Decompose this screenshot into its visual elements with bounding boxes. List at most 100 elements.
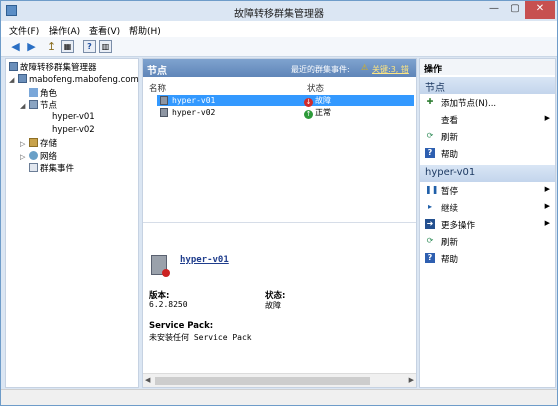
tree-storage-label: 存储 [40, 139, 58, 149]
tree-node-hyper-v01[interactable]: hyper-v01 [52, 112, 95, 124]
action-refresh-node[interactable]: ⟳ 刷新 [420, 234, 555, 248]
action-label: 帮助 [441, 150, 459, 160]
collapsed-arrow-icon[interactable]: ▷ [20, 153, 29, 161]
tree-network[interactable]: ▷ 网络 [20, 150, 57, 162]
actions-section-hyper-v01[interactable]: hyper-v01 [420, 165, 555, 182]
list-row-hyper-v02[interactable]: hyper-v02 ↑ 正常 [157, 107, 414, 119]
status-down-icon: ↓ [304, 98, 313, 107]
tree-node2-label: hyper-v02 [52, 125, 95, 135]
action-label: 添加节点(N)... [441, 99, 497, 109]
action-label: 继续 [441, 204, 459, 214]
tree-nodes-label: 节点 [40, 101, 58, 111]
menu-file[interactable]: 文件(F) [9, 24, 39, 37]
expanded-arrow-icon[interactable]: ◢ [9, 76, 18, 84]
tree-network-label: 网络 [40, 152, 58, 162]
actions-pane: 操作 节点 ✚ 添加节点(N)... 查看 ▶ ⟳ 刷新 ? 帮助 hyper-… [419, 58, 556, 388]
status-bar [1, 389, 557, 405]
tree-storage[interactable]: ▷ 存储 [20, 137, 57, 149]
tree-root[interactable]: 故障转移群集管理器 [9, 61, 97, 73]
add-node-icon: ✚ [426, 97, 434, 106]
row-name: hyper-v02 [172, 108, 216, 117]
center-pane: 节点 最近的群集事件: ⚠ 关键:3, 错 名称 状态 hyper-v01 ↓ 故… [142, 58, 417, 388]
network-icon [29, 151, 38, 160]
help-icon[interactable]: ? [83, 40, 96, 53]
action-help[interactable]: ? 帮助 [420, 146, 555, 160]
nodes-icon [29, 100, 38, 109]
action-label: 查看 [441, 116, 459, 126]
cluster-icon [18, 74, 27, 83]
node-detail-panel: hyper-v01 版本: 6.2.8250 状态: 故障 Service Pa… [143, 223, 416, 373]
recent-events-label: 最近的群集事件: [291, 65, 350, 74]
minimize-button[interactable]: — [483, 1, 505, 19]
window-title: 故障转移群集管理器 [234, 9, 324, 20]
action-refresh[interactable]: ⟳ 刷新 [420, 129, 555, 143]
column-header-name[interactable]: 名称 [149, 82, 166, 94]
title-bar: 故障转移群集管理器 — ▢ ✕ [1, 1, 557, 21]
expanded-arrow-icon[interactable]: ◢ [20, 102, 29, 110]
tree-root-label: 故障转移群集管理器 [20, 63, 97, 73]
list-row-hyper-v01[interactable]: hyper-v01 ↓ 故障 [157, 95, 414, 107]
submenu-arrow-icon: ▶ [544, 202, 550, 210]
back-arrow-icon[interactable]: ◀ [9, 40, 22, 53]
node-server-icon [160, 96, 168, 105]
menu-view[interactable]: 查看(V) [89, 24, 120, 37]
row-name: hyper-v01 [172, 96, 216, 105]
service-pack-label: Service Pack: [149, 321, 214, 331]
row-status: ↓ 故障 [304, 95, 331, 107]
resume-icon: ▸ [427, 202, 432, 211]
column-header-status[interactable]: 状态 [307, 82, 324, 94]
help-icon: ? [425, 253, 435, 263]
events-icon [29, 163, 38, 172]
tree-cluster-label: mabofeng.mabofeng.com [29, 75, 139, 85]
action-pause[interactable]: ❚❚ 暂停 ▶ [420, 183, 555, 197]
action-resume[interactable]: ▸ 继续 ▶ [420, 200, 555, 214]
action-label: 更多操作 [441, 221, 476, 231]
maximize-button[interactable]: ▢ [505, 1, 525, 19]
submenu-arrow-icon: ▶ [544, 219, 550, 227]
horizontal-scrollbar[interactable]: ◀ ▶ [143, 373, 416, 387]
help-icon: ? [425, 148, 435, 158]
scroll-right-icon[interactable]: ▶ [409, 376, 414, 384]
refresh-icon: ⟳ [426, 236, 434, 245]
status-value: 故障 [265, 301, 281, 310]
action-view[interactable]: 查看 ▶ [420, 112, 555, 126]
warning-icon: ⚠ [361, 63, 369, 72]
action-label: 暂停 [441, 187, 459, 197]
actions-title: 操作 [420, 59, 555, 75]
pause-icon: ❚❚ [425, 185, 439, 194]
roles-icon [29, 88, 38, 97]
node-failed-icon [151, 255, 170, 277]
tree-cluster[interactable]: ◢ mabofeng.mabofeng.com [9, 74, 139, 86]
more-actions-icon: ➜ [425, 219, 435, 229]
detail-node-name[interactable]: hyper-v01 [180, 255, 229, 265]
menu-bar: 文件(F) 操作(A) 查看(V) 帮助(H) [1, 21, 557, 37]
collapsed-arrow-icon[interactable]: ▷ [20, 140, 29, 148]
status-up-icon: ↑ [304, 110, 313, 119]
recent-events-link[interactable]: 关键:3, 错 [372, 64, 409, 75]
action-label: 帮助 [441, 255, 459, 265]
version-value: 6.2.8250 [149, 300, 188, 309]
action-label: 刷新 [441, 133, 459, 143]
menu-action[interactable]: 操作(A) [49, 24, 80, 37]
tree-roles[interactable]: 角色 [29, 87, 57, 99]
up-folder-icon[interactable]: ↥ [45, 40, 58, 53]
action-pane-icon[interactable]: ▥ [99, 40, 112, 53]
scroll-left-icon[interactable]: ◀ [145, 376, 150, 384]
close-button[interactable]: ✕ [525, 1, 555, 19]
action-more-actions[interactable]: ➜ 更多操作 ▶ [420, 217, 555, 231]
tree-events-label: 群集事件 [40, 164, 75, 174]
show-hide-tree-icon[interactable]: ▦ [61, 40, 74, 53]
row-status-text: 正常 [315, 108, 331, 117]
menu-help[interactable]: 帮助(H) [129, 24, 161, 37]
tree-nodes[interactable]: ◢ 节点 [20, 99, 57, 111]
action-add-node[interactable]: ✚ 添加节点(N)... [420, 95, 555, 109]
tree-events[interactable]: 群集事件 [29, 162, 74, 174]
action-help-node[interactable]: ? 帮助 [420, 251, 555, 265]
submenu-arrow-icon: ▶ [544, 114, 550, 122]
actions-section-nodes[interactable]: 节点 [420, 77, 555, 94]
forward-arrow-icon[interactable]: ▶ [25, 40, 38, 53]
center-header: 节点 最近的群集事件: ⚠ 关键:3, 错 [143, 59, 416, 77]
tree-node-hyper-v02[interactable]: hyper-v02 [52, 125, 95, 137]
navigation-tree: 故障转移群集管理器 ◢ mabofeng.mabofeng.com 角色 ◢ 节点 … [5, 58, 139, 388]
scroll-thumb[interactable] [155, 377, 370, 385]
